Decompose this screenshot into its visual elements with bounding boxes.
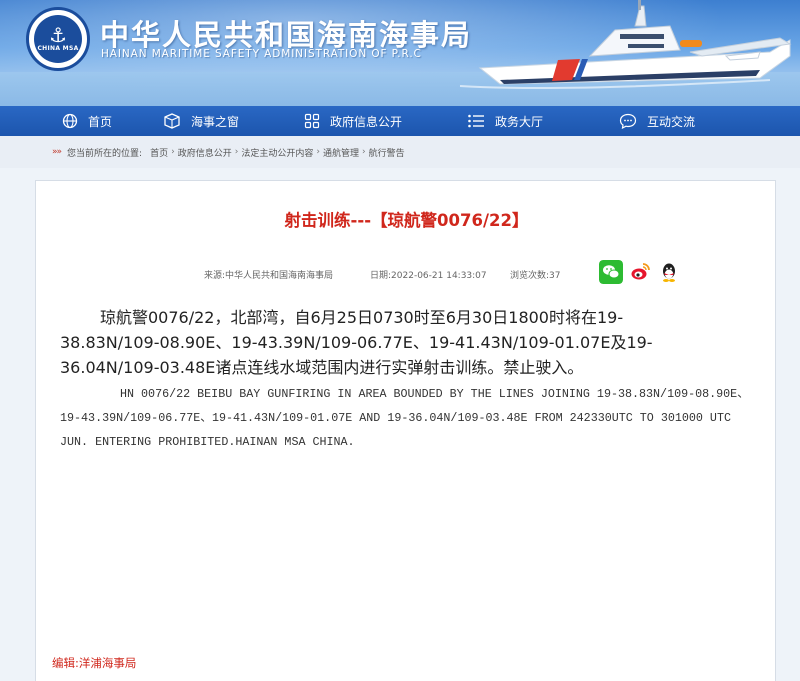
article-body-chinese: 琼航警0076/22，北部湾，自6月25日0730时至6月30日1800时将在1…	[60, 308, 653, 377]
nav-label-gov-info: 政府信息公开	[329, 114, 402, 129]
breadcrumb-prefix: 您当前所在的位置:	[67, 148, 143, 159]
anchor-icon: ⚓	[49, 23, 67, 47]
date-value: 2022-06-21 14:33:07	[391, 271, 487, 281]
breadcrumb-separator: ›	[361, 147, 366, 157]
window-icon	[164, 113, 180, 129]
nav-item-maritime-window[interactable]: 海事之窗	[125, 106, 277, 136]
nav-label-maritime-window: 海事之窗	[190, 114, 239, 129]
share-buttons	[599, 260, 681, 284]
editor-value: 洋浦海事局	[78, 656, 137, 670]
breadcrumb-separator: ›	[316, 147, 320, 157]
breadcrumb-item-nav-warning[interactable]: 航行警告	[369, 146, 405, 159]
breadcrumb-separator: ›	[234, 147, 239, 157]
breadcrumb-separator: ›	[171, 147, 175, 157]
article-title: 射击训练---【琼航警0076/22】	[284, 211, 529, 230]
double-chevron-icon: »»	[52, 147, 62, 157]
article-date: 日期:2022-06-21 14:33:07	[370, 268, 487, 281]
main-nav: 首页 海事之窗 政府信息公开 政务大厅 互动交流	[0, 106, 800, 136]
breadcrumb-item-navigation-mgmt[interactable]: 通航管理	[323, 146, 359, 159]
site-subtitle: HAINAN MARITIME SAFETY ADMINISTRATION OF…	[101, 48, 422, 60]
editor-label: 编辑:	[52, 656, 79, 670]
wechat-icon[interactable]	[599, 260, 623, 284]
nav-label-interaction: 互动交流	[646, 114, 695, 129]
article-body-english: HN 0076/22 BEIBU BAY GUNFIRING IN AREA B…	[60, 387, 749, 449]
msa-logo[interactable]: ⚓ CHINA MSA	[26, 7, 90, 71]
breadcrumb: »» 您当前所在的位置: 首页 › 政府信息公开 › 法定主动公开内容 › 通航…	[0, 136, 800, 168]
breadcrumb-item-home[interactable]: 首页	[150, 146, 168, 159]
views-label: 浏览次数:	[510, 271, 550, 281]
nav-label-service-hall: 政务大厅	[494, 114, 543, 129]
source-value: 中华人民共和国海南海事局	[225, 271, 334, 281]
breadcrumb-item-gov-info[interactable]: 政府信息公开	[178, 146, 232, 159]
source-label: 来源:	[204, 271, 226, 281]
weibo-icon[interactable]	[628, 260, 652, 284]
site-header: ⚓ CHINA MSA 中华人民共和国海南海事局 HAINAN MARITIME…	[0, 0, 800, 106]
article-panel: 射击训练---【琼航警0076/22】 来源:中华人民共和国海南海事局 日期:2…	[35, 180, 776, 681]
article-source: 来源:中华人民共和国海南海事局	[204, 268, 333, 281]
nav-item-interaction[interactable]: 互动交流	[581, 106, 733, 136]
nav-item-gov-info[interactable]: 政府信息公开	[277, 106, 429, 136]
qq-icon[interactable]	[657, 260, 681, 284]
list-icon	[468, 114, 484, 128]
article-views: 浏览次数:37	[510, 268, 561, 281]
grid-icon	[304, 113, 320, 129]
logo-text: CHINA MSA	[37, 45, 79, 52]
nav-item-service-hall[interactable]: 政务大厅	[429, 106, 581, 136]
globe-icon	[62, 113, 78, 129]
article-editor: 编辑:洋浦海事局	[52, 655, 136, 671]
nav-label-home: 首页	[88, 114, 113, 129]
views-value: 37	[549, 271, 561, 281]
nav-item-home[interactable]: 首页	[0, 106, 125, 136]
date-label: 日期:	[370, 271, 392, 281]
breadcrumb-item-legal-disclosure[interactable]: 法定主动公开内容	[241, 146, 313, 159]
patrol-ship-image	[459, 0, 792, 89]
chat-icon	[619, 113, 637, 129]
